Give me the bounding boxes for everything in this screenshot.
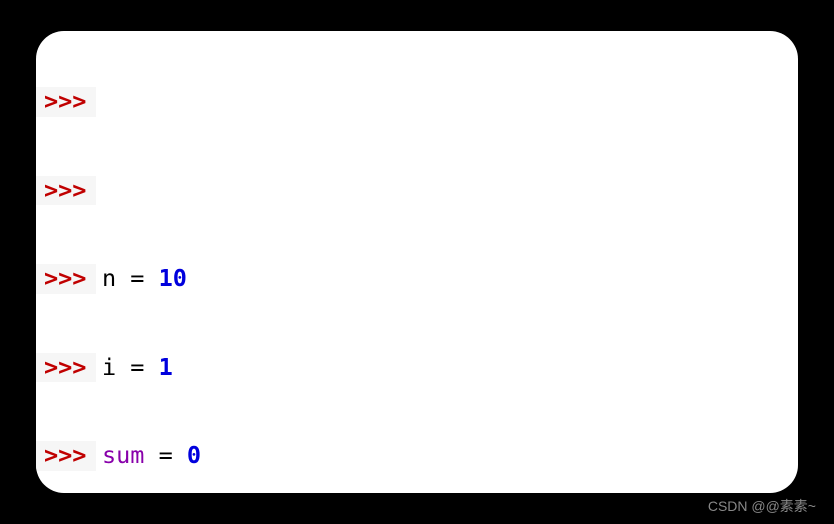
code-line: >>> [36, 176, 798, 206]
code-text: n = 10 [96, 264, 187, 294]
operator: = [116, 264, 158, 292]
number: 0 [187, 441, 201, 469]
code-text: sum = 0 [96, 441, 201, 471]
number: 10 [159, 264, 187, 292]
variable: i [102, 353, 116, 381]
prompt: >>> [36, 353, 96, 383]
operator: = [116, 353, 158, 381]
code-line: >>>n = 10 [36, 264, 798, 294]
prompt: >>> [36, 264, 96, 294]
variable: n [102, 264, 116, 292]
code-text [96, 176, 102, 206]
prompt: >>> [36, 441, 96, 471]
code-content: >>> >>> >>>n = 10 >>>i = 1 >>>sum = 0 >>… [36, 31, 798, 493]
number: 1 [159, 353, 173, 381]
code-text [96, 87, 102, 117]
code-line: >>>i = 1 [36, 353, 798, 383]
prompt: >>> [36, 176, 96, 206]
terminal-window: >>> >>> >>>n = 10 >>>i = 1 >>>sum = 0 >>… [36, 31, 798, 493]
builtin: sum [102, 441, 144, 469]
code-line: >>> [36, 87, 798, 117]
operator: = [144, 441, 186, 469]
code-line: >>>sum = 0 [36, 441, 798, 471]
watermark-text: CSDN @@素素~ [708, 496, 816, 516]
prompt: >>> [36, 87, 96, 117]
code-text: i = 1 [96, 353, 173, 383]
